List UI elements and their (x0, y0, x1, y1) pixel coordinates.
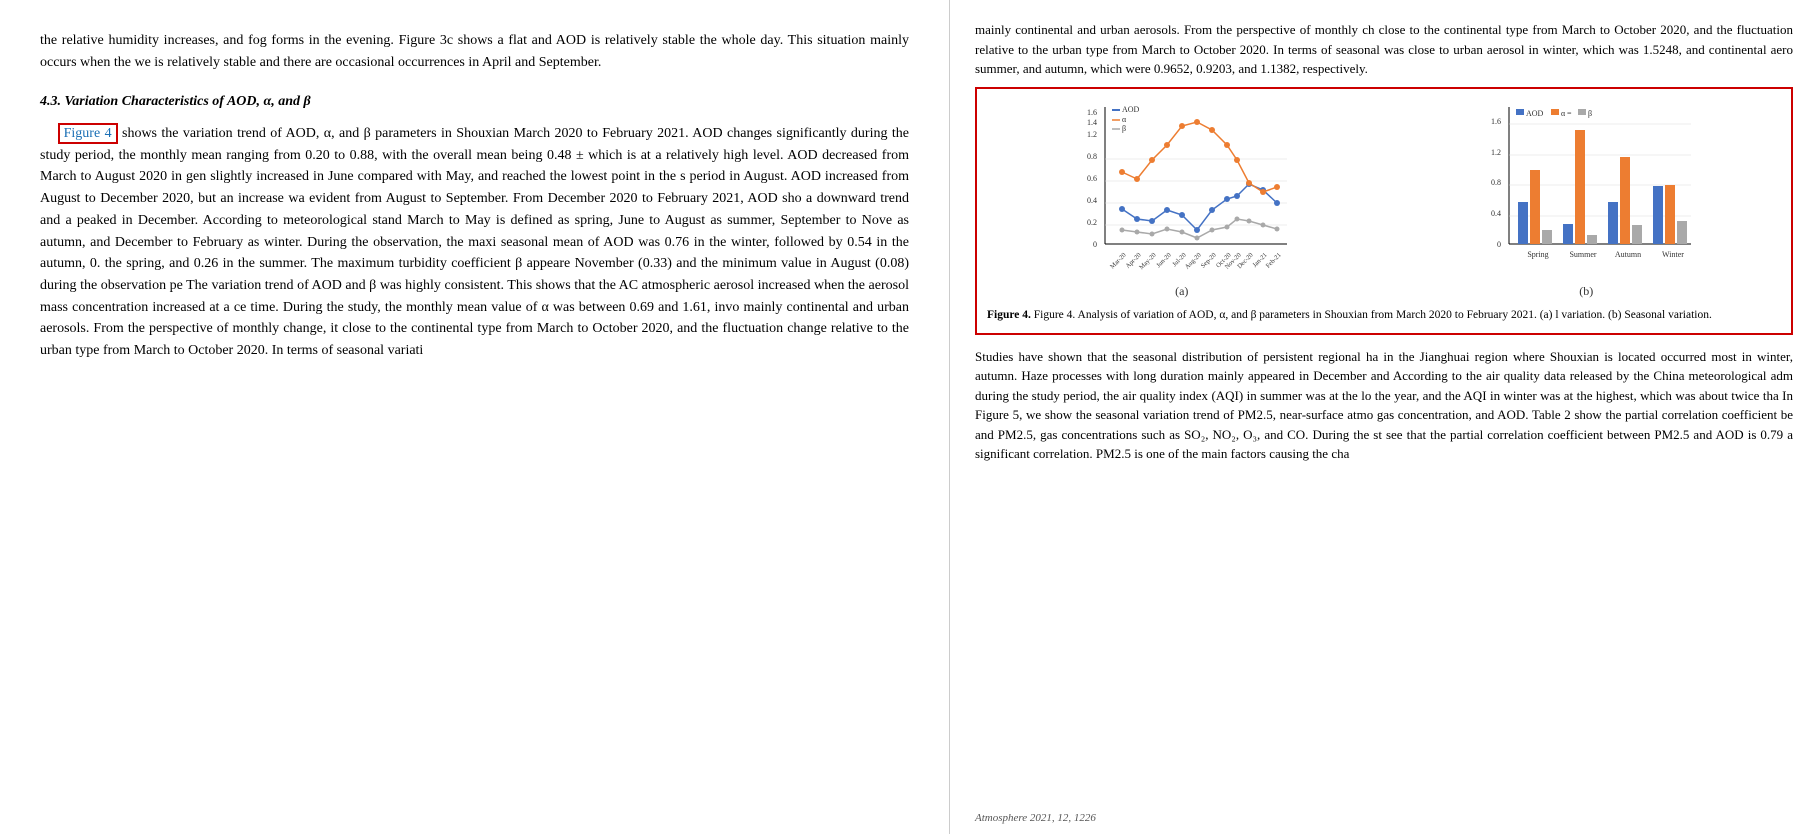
footer: Atmosphere 2021, 12, 1226 (975, 812, 1096, 824)
svg-text:Autumn: Autumn (1615, 250, 1641, 259)
svg-text:0: 0 (1093, 240, 1097, 249)
svg-text:0.2: 0.2 (1087, 218, 1097, 227)
figure-caption-text: Figure 4. Analysis of variation of AOD, … (1034, 309, 1712, 321)
svg-text:1.2: 1.2 (1087, 130, 1097, 139)
para-1: the relative humidity increases, and fog… (40, 30, 909, 73)
svg-text:α: α (1561, 109, 1566, 118)
chart-b-wrapper: 0 0.4 0.8 1.2 1.6 (1392, 99, 1782, 299)
svg-text:Jun-20: Jun-20 (1155, 251, 1172, 268)
svg-text:Winter: Winter (1662, 250, 1684, 259)
svg-text:1.2: 1.2 (1491, 148, 1501, 157)
svg-text:0.4: 0.4 (1491, 209, 1501, 218)
svg-text:0.4: 0.4 (1087, 196, 1097, 205)
chart-b-label: (b) (1392, 284, 1782, 299)
left-panel: the relative humidity increases, and fog… (0, 0, 950, 834)
svg-text:Sep-20: Sep-20 (1199, 251, 1217, 269)
right-top-text: mainly continental and urban aerosols. F… (975, 20, 1793, 79)
svg-text:Feb-21: Feb-21 (1264, 251, 1282, 269)
svg-text:1.6: 1.6 (1491, 117, 1501, 126)
svg-text:Mar-20: Mar-20 (1109, 251, 1128, 270)
svg-text:β: β (1122, 124, 1126, 133)
figure4-ref-box: Figure 4 (58, 123, 118, 144)
para2-text: shows the variation trend of AOD, α, and… (40, 126, 909, 358)
section-heading: 4.3. Variation Characteristics of AOD, α… (40, 91, 909, 113)
figure4-link[interactable]: Figure 4 (64, 126, 112, 141)
chart-a-wrapper: 0 0.2 0.4 0.6 0.8 1.2 1.6 1.4 (987, 99, 1377, 299)
svg-text:1.6: 1.6 (1087, 108, 1097, 117)
svg-text:=: = (1567, 109, 1572, 118)
svg-text:Spring: Spring (1528, 250, 1549, 259)
figure-caption-bold: Figure 4. (987, 309, 1031, 321)
svg-text:AOD: AOD (1122, 105, 1140, 114)
right-bottom-text: Studies have shown that the seasonal dis… (975, 347, 1793, 464)
svg-text:α: α (1122, 115, 1127, 124)
para-2: Figure 4 shows the variation trend of AO… (40, 123, 909, 362)
svg-text:AOD: AOD (1526, 109, 1544, 118)
svg-text:Summer: Summer (1570, 250, 1597, 259)
section-heading-text: 4.3. Variation Characteristics of AOD, α… (40, 94, 311, 109)
right-top-content: mainly continental and urban aerosols. F… (975, 22, 1793, 76)
svg-text:0.8: 0.8 (1491, 178, 1501, 187)
figure-container: 0 0.2 0.4 0.6 0.8 1.2 1.6 1.4 (975, 87, 1793, 335)
right-bottom-content: Studies have shown that the seasonal dis… (975, 349, 1793, 462)
figure-caption: Figure 4. Figure 4. Analysis of variatio… (987, 307, 1781, 323)
right-panel: mainly continental and urban aerosols. F… (950, 0, 1818, 834)
chart-a-svg: 0 0.2 0.4 0.6 0.8 1.2 1.6 1.4 (1067, 99, 1297, 274)
chart-a-label: (a) (987, 284, 1377, 299)
para1-text: the relative humidity increases, and fog… (40, 33, 909, 70)
svg-text:0.6: 0.6 (1087, 174, 1097, 183)
chart-b-svg: 0 0.4 0.8 1.2 1.6 (1471, 99, 1701, 274)
figure-charts: 0 0.2 0.4 0.6 0.8 1.2 1.6 1.4 (987, 99, 1781, 299)
svg-text:May-20: May-20 (1138, 251, 1158, 271)
article-text: the relative humidity increases, and fog… (40, 30, 909, 362)
svg-text:0: 0 (1497, 240, 1501, 249)
svg-text:1.4: 1.4 (1087, 118, 1097, 127)
svg-text:β: β (1588, 109, 1592, 118)
svg-text:0.8: 0.8 (1087, 152, 1097, 161)
svg-text:Aug-20: Aug-20 (1183, 251, 1202, 270)
